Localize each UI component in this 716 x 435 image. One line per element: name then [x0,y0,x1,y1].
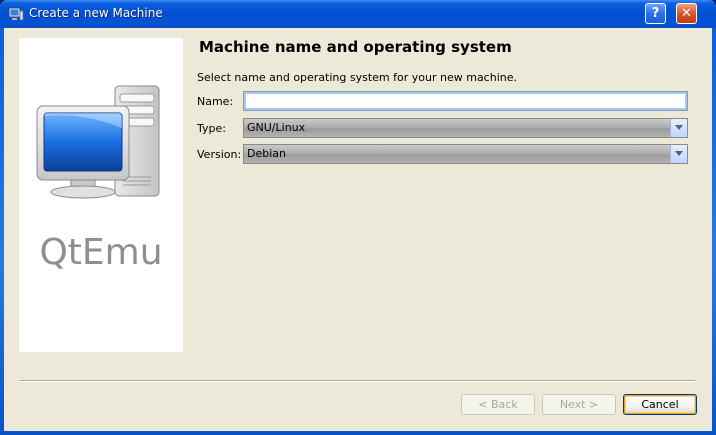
wizard-window: Create a new Machine ? ✕ QtEmu Machine n… [0,0,716,435]
type-select-value: GNU/Linux [247,121,306,134]
name-input[interactable] [243,91,688,111]
help-button[interactable]: ? [645,3,666,24]
side-panel: QtEmu [19,38,183,352]
window-title: Create a new Machine [29,6,163,20]
chevron-down-icon[interactable] [670,145,687,163]
version-select-value: Debian [247,147,286,160]
name-label: Name: [197,95,234,108]
cancel-button[interactable]: Cancel [623,394,697,415]
version-label: Version: [197,148,242,161]
page-title: Machine name and operating system [199,38,512,56]
type-label: Type: [197,122,226,135]
close-button[interactable]: ✕ [676,3,697,24]
wizard-client-area: QtEmu Machine name and operating system … [4,28,712,431]
app-window-icon [8,6,24,22]
version-select[interactable]: Debian [243,144,688,164]
chevron-down-icon[interactable] [670,119,687,137]
page-subtitle: Select name and operating system for you… [197,71,517,84]
title-bar[interactable]: Create a new Machine ? ✕ [0,0,716,28]
computer-icon [36,85,160,199]
next-button[interactable]: Next > [542,394,616,415]
footer-separator [19,380,695,382]
brand-label: QtEmu [39,232,163,273]
back-button[interactable]: < Back [461,394,535,415]
type-select[interactable]: GNU/Linux [243,118,688,138]
